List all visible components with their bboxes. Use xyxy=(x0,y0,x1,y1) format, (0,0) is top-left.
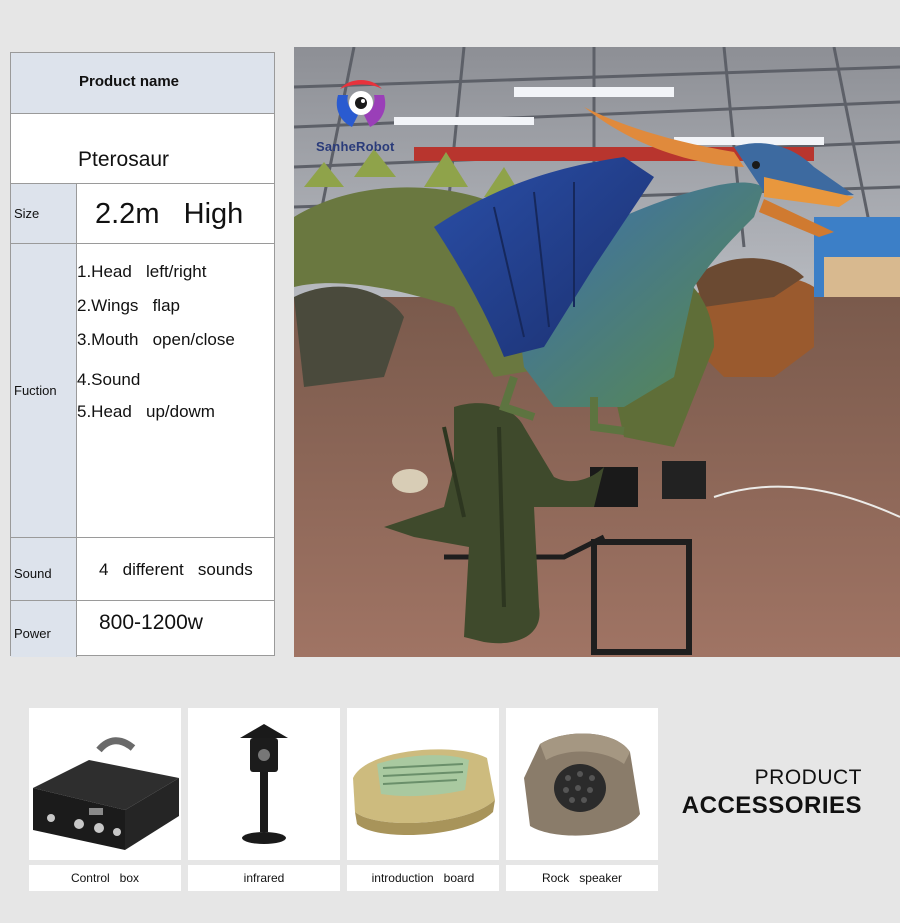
product-name-row: Pterosaur xyxy=(11,114,274,184)
function-cell: 1.Head left/right 2.Wings flap 3.Mouth o… xyxy=(77,244,274,537)
function-item: 5.Head up/dowm xyxy=(77,402,215,421)
sound-cell: 4 different sounds xyxy=(77,538,274,600)
function-item: 2.Wings flap xyxy=(77,296,180,315)
spec-header-row: Product name xyxy=(11,53,274,114)
accessory-label: introduction board xyxy=(347,865,499,891)
accessory-card-rock-speaker: Rock speaker xyxy=(506,708,658,891)
power-label: Power xyxy=(11,601,77,657)
control-box-image xyxy=(29,708,181,860)
infrared-image xyxy=(188,708,340,860)
accessories-heading: PRODUCT ACCESSORIES xyxy=(676,766,862,820)
product-name-value: Pterosaur xyxy=(78,148,170,171)
sound-label: Sound xyxy=(11,538,77,600)
introduction-board-image xyxy=(347,708,499,860)
accessory-card-introduction-board: introduction board xyxy=(347,708,499,891)
size-row: Size 2.2m High xyxy=(11,184,274,244)
rock-speaker-image xyxy=(506,708,658,860)
accessory-label: infrared xyxy=(188,865,340,891)
spec-table: Product name Pterosaur Size 2.2m High Fu… xyxy=(10,52,275,657)
accessories-heading-line2: ACCESSORIES xyxy=(681,792,862,819)
function-item: 3.Mouth open/close xyxy=(77,330,235,349)
spec-header-title: Product name xyxy=(79,73,180,90)
function-item: 1.Head left/right xyxy=(77,262,207,281)
brand-name: SanheRobot xyxy=(316,139,395,154)
size-label: Size xyxy=(11,184,77,243)
control-box-icon xyxy=(33,737,179,850)
function-row: Fuction 1.Head left/right 2.Wings flap 3… xyxy=(11,244,274,538)
introduction-board-icon xyxy=(353,749,495,836)
function-label: Fuction xyxy=(11,244,77,537)
size-cell: 2.2m High xyxy=(77,184,274,243)
accessory-card-control-box: Control box xyxy=(29,708,181,891)
accessory-label: Control box xyxy=(29,865,181,891)
power-row: Power 800-1200w xyxy=(11,601,274,657)
infrared-sensor-icon xyxy=(240,724,288,844)
size-value: 2.2m High xyxy=(95,198,244,230)
sound-value: 4 different sounds xyxy=(99,560,253,579)
product-photo: SanheRobot xyxy=(294,47,900,657)
accessory-card-infrared: infrared xyxy=(188,708,340,891)
power-value: 800-1200w xyxy=(99,611,203,634)
power-cell: 800-1200w xyxy=(77,601,274,657)
function-item: 4.Sound xyxy=(77,370,141,389)
accessories-heading-line1: PRODUCT xyxy=(754,766,862,789)
rock-speaker-icon xyxy=(524,733,640,836)
accessory-label: Rock speaker xyxy=(506,865,658,891)
sound-row: Sound 4 different sounds xyxy=(11,538,274,601)
sanherobot-logo-icon xyxy=(336,80,386,127)
